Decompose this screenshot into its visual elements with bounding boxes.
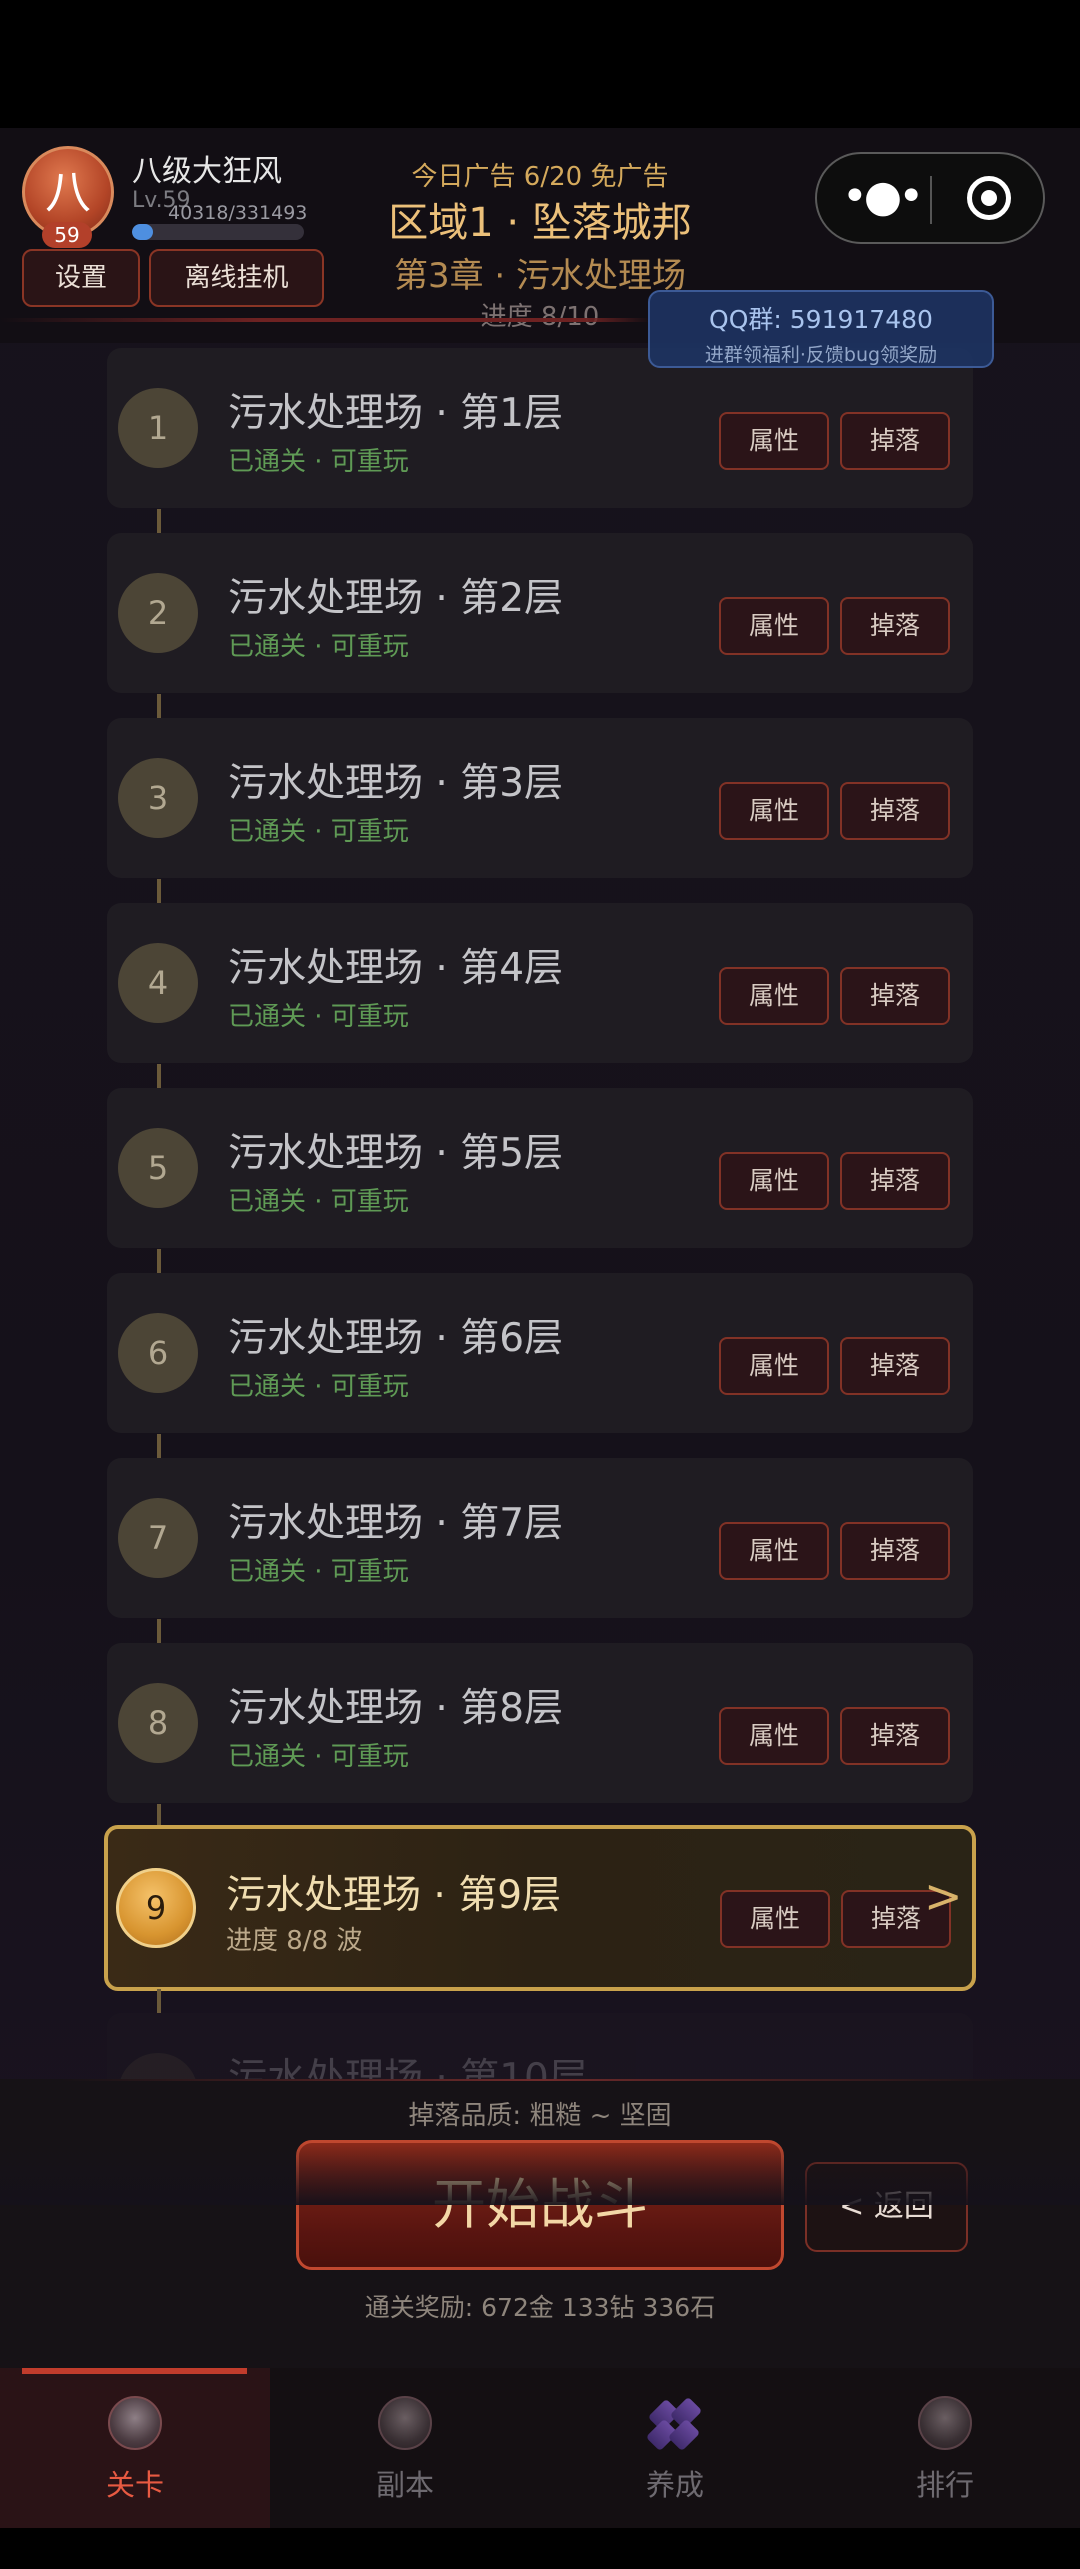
stage-status: 已通关 · 可重玩 xyxy=(228,1187,409,1217)
active-tab-indicator xyxy=(22,2368,247,2374)
stage-card[interactable]: 3 污水处理场 · 第3层已通关 · 可重玩 属性 掉落 xyxy=(107,718,973,878)
tab-stage[interactable]: 关卡 xyxy=(0,2368,270,2528)
attributes-button[interactable]: 属性 xyxy=(719,1337,829,1395)
stage-card[interactable]: 5 污水处理场 · 第5层已通关 · 可重玩 属性 掉落 xyxy=(107,1088,973,1248)
drop-quality-text: 掉落品质: 粗糙 ~ 坚固 xyxy=(408,2101,672,2131)
drops-button[interactable]: 掉落 xyxy=(840,1522,950,1580)
stage-number: 9 xyxy=(116,1868,196,1948)
stage-status: 已通关 · 可重玩 xyxy=(228,632,409,662)
stage-connector xyxy=(157,1619,161,1643)
chevron-right-icon: > xyxy=(924,1869,963,1923)
game-screen: 八 59 八级大狂风 Lv.59 40318/331493 设置 离线挂机 今日… xyxy=(0,128,1080,2528)
stage-connector xyxy=(157,1989,161,2013)
attributes-button[interactable]: 属性 xyxy=(719,1152,829,1210)
tab-label: 养成 xyxy=(645,2468,704,2502)
tab-label: 关卡 xyxy=(105,2468,164,2502)
stage-status: 已通关 · 可重玩 xyxy=(228,447,409,477)
stage-connector xyxy=(157,1064,161,1088)
stage-status: 已通关 · 可重玩 xyxy=(228,817,409,847)
qq-group-number: QQ群: 591917480 xyxy=(709,305,933,334)
tab-label: 副本 xyxy=(375,2468,434,2502)
stage-number: 2 xyxy=(118,573,198,653)
stage-number: 1 xyxy=(118,388,198,468)
stage-title: 污水处理场 · 第5层 xyxy=(228,1131,564,1176)
stage-title: 污水处理场 · 第7层 xyxy=(228,1501,564,1546)
tab-ranking[interactable]: 排行 xyxy=(810,2368,1080,2528)
attributes-button[interactable]: 属性 xyxy=(719,967,829,1025)
attributes-button[interactable]: 属性 xyxy=(719,597,829,655)
stage-number: 6 xyxy=(118,1313,198,1393)
stage-number: 7 xyxy=(118,1498,198,1578)
drops-button[interactable]: 掉落 xyxy=(840,597,950,655)
dungeon-icon xyxy=(378,2396,432,2450)
stage-number: 3 xyxy=(118,758,198,838)
stage-card[interactable]: 1 污水处理场 · 第1层已通关 · 可重玩 属性 掉落 xyxy=(107,348,973,508)
clear-reward-text: 通关奖励: 672金 133钻 336石 xyxy=(364,2293,716,2322)
stage-icon xyxy=(108,2396,162,2450)
stage-card[interactable]: 8 污水处理场 · 第8层已通关 · 可重玩 属性 掉落 xyxy=(107,1643,973,1803)
stage-status: 已通关 · 可重玩 xyxy=(228,1557,409,1587)
attributes-button[interactable]: 属性 xyxy=(719,1707,829,1765)
drops-button[interactable]: 掉落 xyxy=(840,1707,950,1765)
list-fade xyxy=(0,2143,1080,2205)
stage-card[interactable]: 9 污水处理场 · 第9层 进度 8/8 波属性 掉落 > xyxy=(104,1825,976,1991)
gems-icon xyxy=(645,2396,703,2452)
attributes-button[interactable]: 属性 xyxy=(719,1522,829,1580)
battle-panel: 掉落品质: 粗糙 ~ 坚固 开始战斗 < 返回 通关奖励: 672金 133钻 … xyxy=(0,2079,1080,2368)
panel-divider xyxy=(60,2079,1020,2081)
stage-number: 8 xyxy=(118,1683,198,1763)
stage-status: 已通关 · 可重玩 xyxy=(228,1742,409,1772)
stage-title: 污水处理场 · 第2层 xyxy=(228,576,564,621)
capsule-divider xyxy=(930,176,932,224)
attributes-button[interactable]: 属性 xyxy=(719,412,829,470)
drops-button[interactable]: 掉落 xyxy=(840,1152,950,1210)
stage-title: 污水处理场 · 第9层 xyxy=(226,1873,562,1918)
stage-title: 污水处理场 · 第1层 xyxy=(228,391,564,436)
stage-status: 已通关 · 可重玩 xyxy=(228,1002,409,1032)
stage-status: 已通关 · 可重玩 xyxy=(228,1372,409,1402)
tab-cultivate[interactable]: 养成 xyxy=(540,2368,810,2528)
stage-connector xyxy=(157,879,161,903)
tab-dungeon[interactable]: 副本 xyxy=(270,2368,540,2528)
tab-label: 排行 xyxy=(915,2468,974,2502)
drops-button[interactable]: 掉落 xyxy=(840,782,950,840)
stage-card[interactable]: 4 污水处理场 · 第4层已通关 · 可重玩 属性 掉落 xyxy=(107,903,973,1063)
stage-card[interactable]: 7 污水处理场 · 第7层已通关 · 可重玩 属性 掉落 xyxy=(107,1458,973,1618)
stage-number: 4 xyxy=(118,943,198,1023)
stage-connector xyxy=(157,1249,161,1273)
miniprogram-capsule: •●• xyxy=(815,152,1045,244)
bottom-tab-bar: 关卡 副本 养成 排行 xyxy=(0,2368,1080,2528)
stage-connector xyxy=(157,1434,161,1458)
stage-card[interactable]: 6 污水处理场 · 第6层已通关 · 可重玩 属性 掉落 xyxy=(107,1273,973,1433)
attributes-button[interactable]: 属性 xyxy=(720,1890,830,1948)
qq-group-banner[interactable]: QQ群: 591917480 进群领福利·反馈bug领奖励 xyxy=(648,290,994,368)
target-circle-icon[interactable] xyxy=(967,176,1011,220)
stage-title: 污水处理场 · 第3层 xyxy=(228,761,564,806)
stage-connector xyxy=(157,509,161,533)
header-divider xyxy=(0,318,650,322)
stage-title: 污水处理场 · 第4层 xyxy=(228,946,564,991)
ranking-icon xyxy=(918,2396,972,2450)
more-dots-icon[interactable]: •●• xyxy=(841,174,924,224)
stage-number: 5 xyxy=(118,1128,198,1208)
stage-list[interactable]: 1 污水处理场 · 第1层 已通关 · 可重玩 属性 掉落 2 污水处理场 · 第2层 已通关… xyxy=(0,343,1080,2205)
drops-button[interactable]: 掉落 xyxy=(840,1337,950,1395)
stage-card[interactable]: 2 污水处理场 · 第2层已通关 · 可重玩 属性 掉落 xyxy=(107,533,973,693)
drops-button[interactable]: 掉落 xyxy=(840,412,950,470)
stage-title: 污水处理场 · 第6层 xyxy=(228,1316,564,1361)
attributes-button[interactable]: 属性 xyxy=(719,782,829,840)
drops-button[interactable]: 掉落 xyxy=(840,967,950,1025)
stage-status: 进度 8/8 波 xyxy=(226,1926,363,1956)
qq-group-subtitle: 进群领福利·反馈bug领奖励 xyxy=(704,344,938,366)
stage-connector xyxy=(157,694,161,718)
stage-title: 污水处理场 · 第8层 xyxy=(228,1686,564,1731)
